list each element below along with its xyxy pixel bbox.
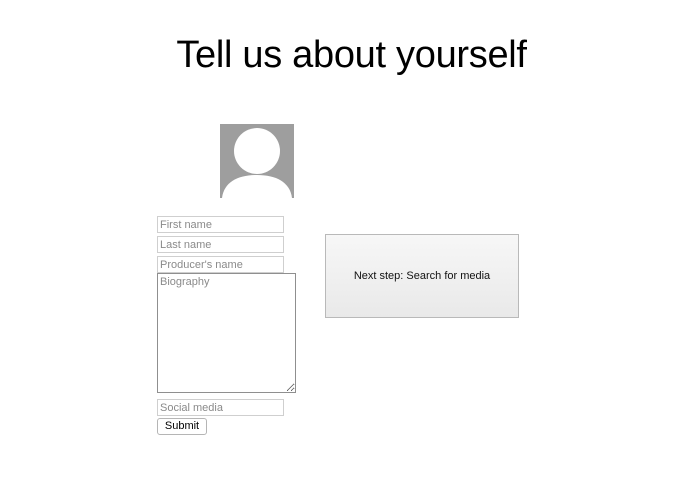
last-name-input[interactable]	[157, 236, 284, 253]
next-step-search-media-button[interactable]: Next step: Search for media	[325, 234, 519, 318]
avatar	[220, 124, 294, 198]
producer-name-input[interactable]	[157, 256, 284, 273]
social-media-input[interactable]	[157, 399, 284, 416]
first-name-input[interactable]	[157, 216, 284, 233]
biography-textarea[interactable]	[157, 273, 296, 393]
submit-button[interactable]: Submit	[157, 418, 207, 435]
user-silhouette-icon	[222, 128, 292, 198]
page-title: Tell us about yourself	[176, 34, 527, 76]
